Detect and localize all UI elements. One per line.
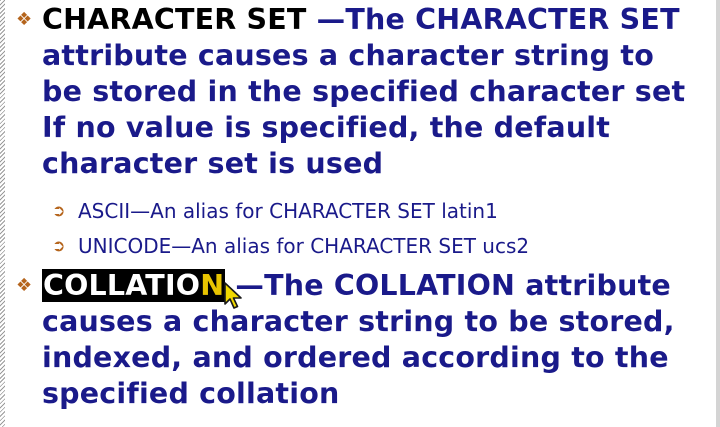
arrow-bullet-icon: ➲ (52, 201, 66, 220)
term-character-set: CHARACTER SET (42, 3, 307, 36)
slide-content: ❖ CHARACTER SET —The CHARACTER SET attri… (0, 0, 720, 427)
diamond-bullet-icon: ❖ (16, 9, 33, 30)
subitem-unicode-text: UNICODE—An alias for CHARACTER SET ucs2 (78, 234, 530, 258)
subitem-ascii-text: ASCII—An alias for CHARACTER SET latin1 (78, 199, 498, 223)
subitem-ascii: ➲ ASCII—An alias for CHARACTER SET latin… (52, 198, 498, 224)
bullet-character-set: ❖ CHARACTER SET —The CHARACTER SET attri… (16, 2, 702, 182)
subitem-unicode: ➲ UNICODE—An alias for CHARACTER SET ucs… (52, 233, 530, 259)
term-collation-selected[interactable]: COLLATION (42, 269, 226, 302)
mouse-pointer-icon (224, 282, 242, 309)
diamond-bullet-icon: ❖ (16, 275, 33, 296)
term-collation-main: COLLATIO (43, 269, 201, 302)
bullet-collation: ❖ COLLATION —The COLLATION attribute cau… (16, 268, 702, 412)
term-collation-last: N (200, 269, 225, 302)
arrow-bullet-icon: ➲ (52, 236, 66, 255)
